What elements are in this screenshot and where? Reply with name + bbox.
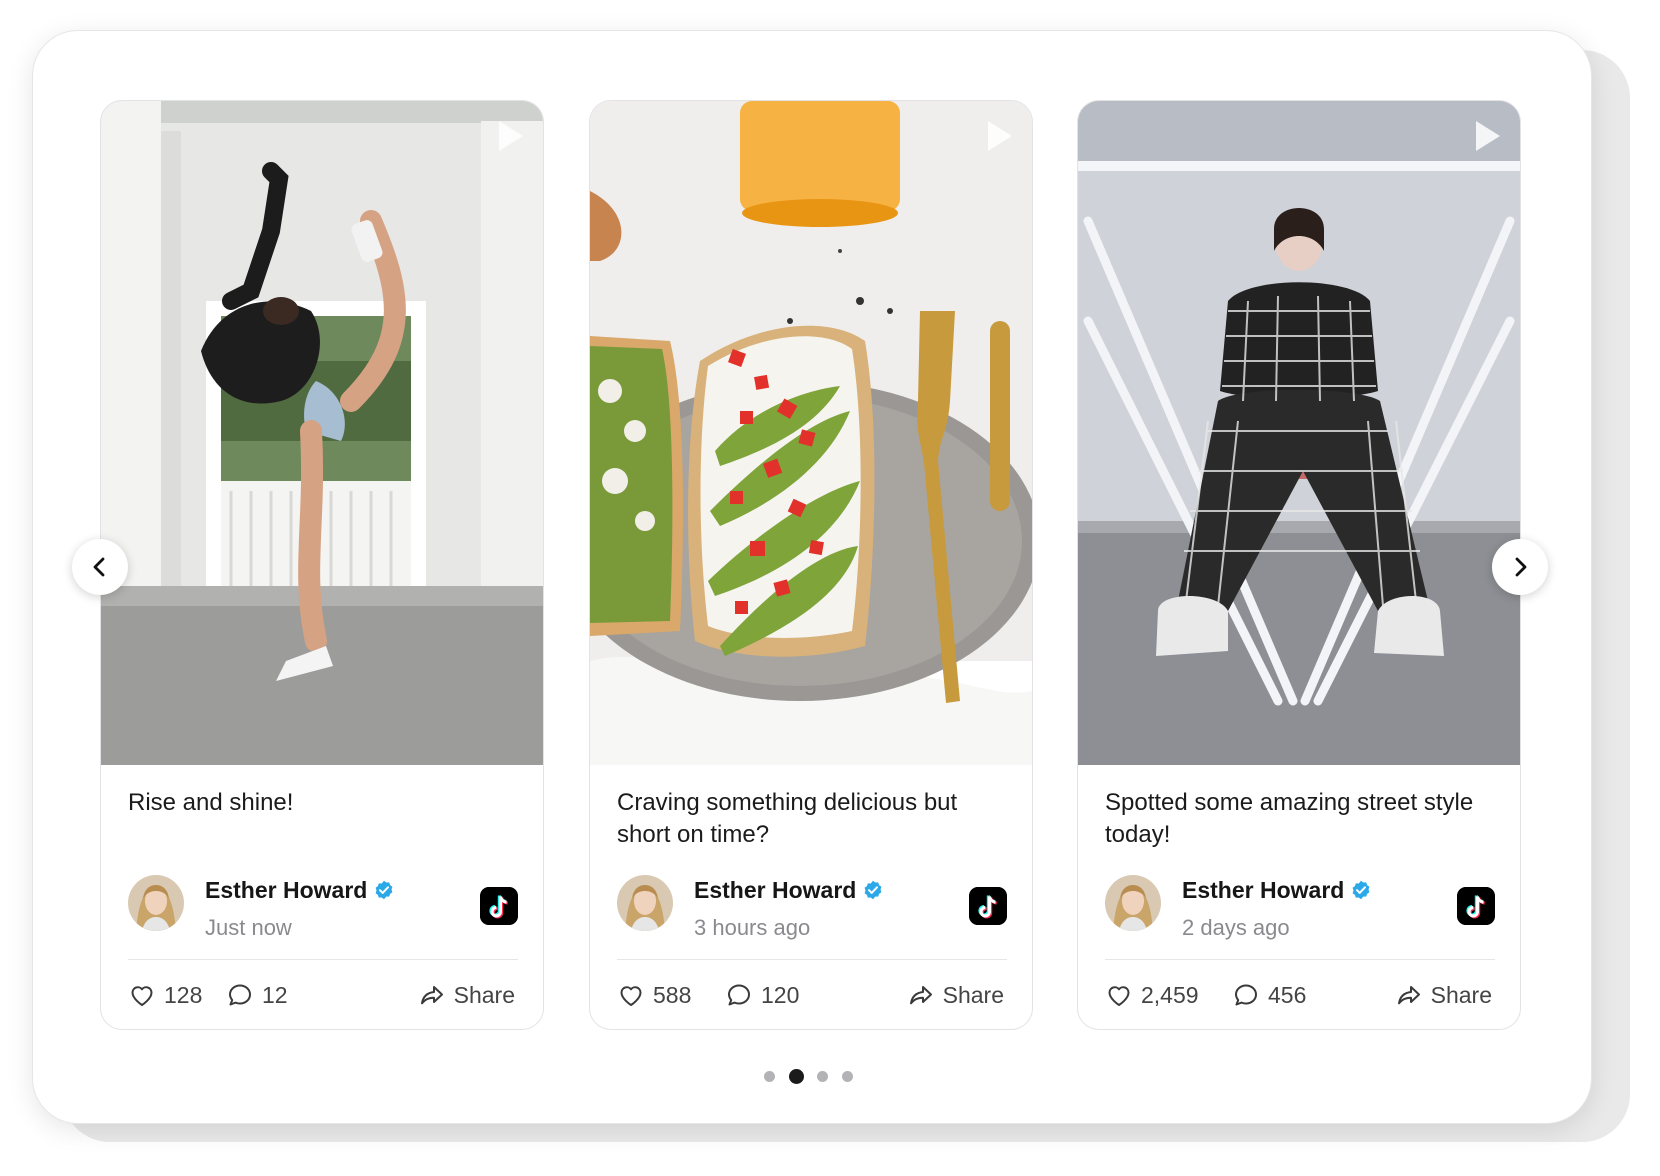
post-card[interactable]: Rise and shine! Esther Howard Just now 1…: [100, 100, 544, 1030]
share-icon: [418, 981, 446, 1009]
post-timestamp: Just now: [205, 915, 292, 940]
author-name-row: Esther Howard: [1182, 877, 1371, 904]
comment-button[interactable]: 12: [226, 978, 288, 1012]
share-label: Share: [453, 981, 515, 1008]
carousel-pagination: [764, 1068, 864, 1084]
post-stats: 128 12 Share: [128, 978, 515, 1012]
verified-badge-icon: [1351, 880, 1371, 900]
post-photo: [590, 101, 1032, 765]
tiktok-icon[interactable]: [969, 887, 1007, 925]
comment-button[interactable]: 456: [1232, 978, 1306, 1012]
comment-count: 120: [761, 981, 800, 1008]
chevron-right-icon: [1515, 557, 1527, 577]
share-label: Share: [1430, 981, 1492, 1008]
divider: [1105, 959, 1495, 960]
divider: [617, 959, 1007, 960]
heart-icon: [1105, 981, 1133, 1009]
share-button[interactable]: Share: [418, 978, 515, 1012]
heart-icon: [128, 981, 156, 1009]
carousel-prev-button[interactable]: [72, 539, 128, 595]
post-media[interactable]: [101, 101, 543, 765]
like-button[interactable]: 2,459: [1105, 978, 1199, 1012]
divider: [128, 959, 518, 960]
tiktok-icon[interactable]: [480, 887, 518, 925]
post-author[interactable]: Esther Howard 2 days ago: [1105, 875, 1495, 940]
comment-button[interactable]: 120: [725, 978, 799, 1012]
pagination-dot[interactable]: [842, 1071, 853, 1082]
like-button[interactable]: 588: [617, 978, 691, 1012]
post-author[interactable]: Esther Howard 3 hours ago: [617, 875, 1007, 940]
widget-stage: Rise and shine! Esther Howard Just now 1…: [0, 0, 1660, 1176]
chevron-left-icon: [93, 557, 105, 577]
like-count: 2,459: [1141, 981, 1199, 1008]
post-timestamp: 2 days ago: [1182, 915, 1290, 940]
comment-count: 12: [262, 981, 288, 1008]
avatar[interactable]: [128, 875, 184, 931]
pagination-dot-active[interactable]: [789, 1069, 804, 1084]
comment-icon: [226, 981, 254, 1009]
share-icon: [907, 981, 935, 1009]
like-button[interactable]: 128: [128, 978, 202, 1012]
share-button[interactable]: Share: [907, 978, 1004, 1012]
play-icon: [986, 119, 1014, 153]
author-name-row: Esther Howard: [694, 877, 883, 904]
pagination-dot[interactable]: [764, 1071, 775, 1082]
author-name[interactable]: Esther Howard: [205, 877, 367, 903]
like-count: 588: [653, 981, 692, 1008]
post-photo: [101, 101, 543, 765]
post-author[interactable]: Esther Howard Just now: [128, 875, 518, 940]
post-media[interactable]: [590, 101, 1032, 765]
comment-icon: [725, 981, 753, 1009]
verified-badge-icon: [863, 880, 883, 900]
post-photo: [1078, 101, 1520, 765]
pagination-dot[interactable]: [817, 1071, 828, 1082]
post-caption: Rise and shine!: [128, 789, 294, 816]
tiktok-icon[interactable]: [1457, 887, 1495, 925]
avatar[interactable]: [617, 875, 673, 931]
like-count: 128: [164, 981, 203, 1008]
verified-badge-icon: [374, 880, 394, 900]
post-timestamp: 3 hours ago: [694, 915, 811, 940]
share-button[interactable]: Share: [1395, 978, 1492, 1012]
post-stats: 2,459 456 Share: [1105, 978, 1492, 1012]
share-label: Share: [942, 981, 1004, 1008]
play-icon: [497, 119, 525, 153]
post-stats: 588 120 Share: [617, 978, 1004, 1012]
comment-count: 456: [1268, 981, 1307, 1008]
comment-icon: [1232, 981, 1260, 1009]
avatar[interactable]: [1105, 875, 1161, 931]
post-media[interactable]: [1078, 101, 1520, 765]
author-name[interactable]: Esther Howard: [694, 877, 856, 903]
heart-icon: [617, 981, 645, 1009]
post-card[interactable]: Spotted some amazing street style today!…: [1077, 100, 1521, 1030]
carousel-next-button[interactable]: [1492, 539, 1548, 595]
play-icon: [1474, 119, 1502, 153]
post-card[interactable]: Craving something delicious but short on…: [589, 100, 1033, 1030]
author-name-row: Esther Howard: [205, 877, 394, 904]
post-caption: Craving something delicious but short on…: [617, 789, 958, 848]
share-icon: [1395, 981, 1423, 1009]
post-caption: Spotted some amazing street style today!: [1105, 789, 1474, 848]
author-name[interactable]: Esther Howard: [1182, 877, 1344, 903]
